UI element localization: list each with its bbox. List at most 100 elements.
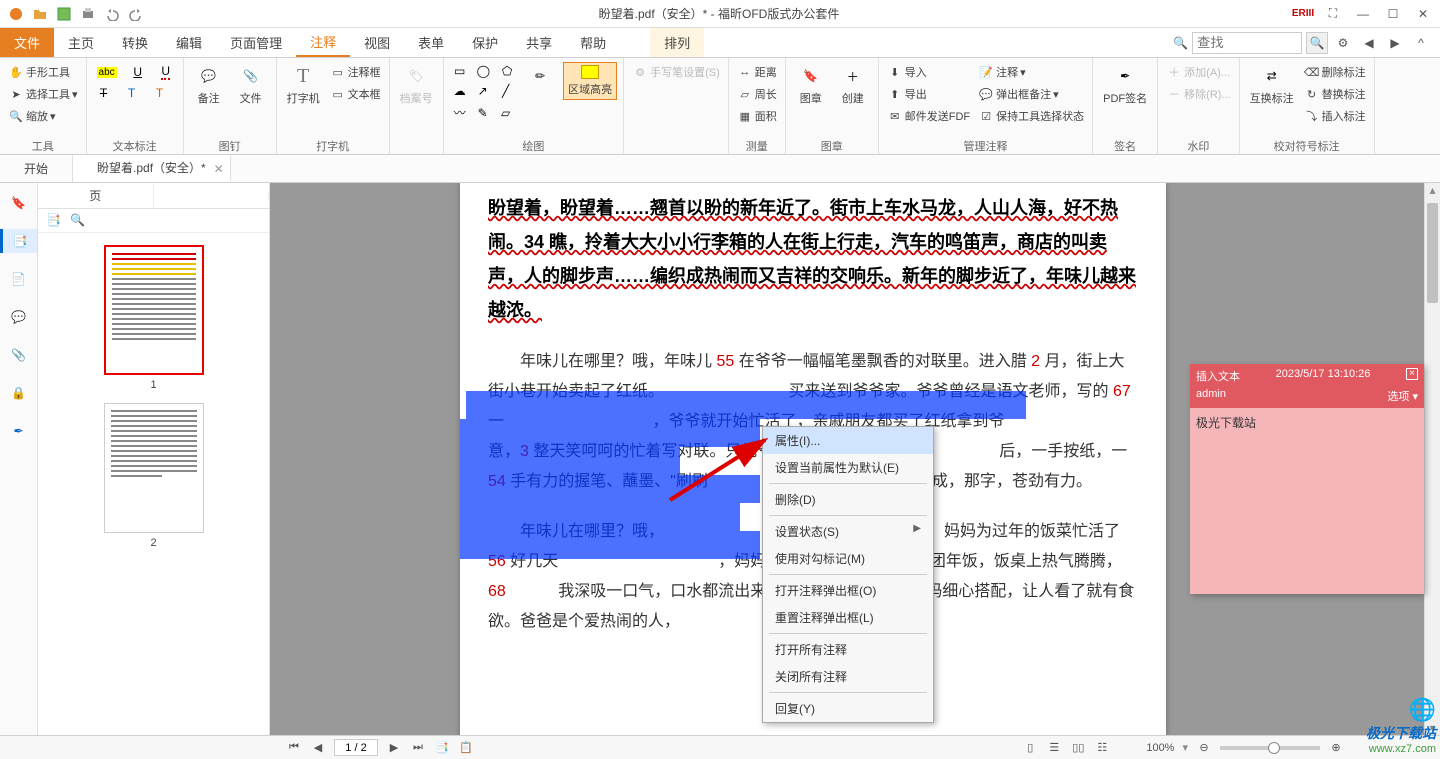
sb-tool1-icon[interactable]: 📑 [434, 740, 450, 756]
distance-button[interactable]: ↔距离 [735, 62, 779, 82]
collapse-ribbon-icon[interactable]: ^ [1410, 34, 1432, 52]
highlight-text-icon[interactable]: abc [93, 62, 121, 82]
view-cont-icon[interactable]: ☰ [1046, 740, 1062, 756]
sign-panel-icon[interactable]: ✒ [7, 419, 31, 443]
save-icon[interactable] [54, 4, 74, 24]
zoom-tool[interactable]: 🔍缩放 ▾ [6, 106, 80, 126]
menu-arrange[interactable]: 排列 [650, 28, 704, 57]
scroll-thumb[interactable] [1427, 203, 1438, 303]
polyline-icon[interactable]: 〰 [450, 102, 470, 123]
view-contfacing-icon[interactable]: ☷ [1094, 740, 1110, 756]
swap-markup[interactable]: ⇄互换标注 [1246, 62, 1298, 108]
ctx-checkmark[interactable]: 使用对勾标记(M) [763, 545, 933, 572]
thumb-tool1-icon[interactable]: 📑 [46, 213, 64, 231]
highlight-selection[interactable] [460, 503, 740, 531]
underline-icon[interactable]: U [127, 62, 149, 82]
gear-icon[interactable]: ⚙ [1332, 34, 1354, 52]
line-icon[interactable]: ╱ [496, 82, 516, 100]
area-highlight-button[interactable]: 区域高亮 [563, 62, 617, 100]
menu-form[interactable]: 表单 [404, 28, 458, 57]
redo-icon[interactable] [126, 4, 146, 24]
oval-icon[interactable]: ◯ [473, 62, 494, 80]
pdf-sign-button[interactable]: ✒PDF签名 [1099, 62, 1151, 108]
attach-icon[interactable]: 📎 [7, 343, 31, 367]
import-button[interactable]: ⬇导入 [885, 62, 972, 82]
area-button[interactable]: ▦面积 [735, 106, 779, 126]
first-page-icon[interactable]: ⏮ [286, 740, 302, 756]
repl-markup[interactable]: ↻替换标注 [1302, 84, 1368, 104]
search-button[interactable]: 🔍 [1306, 32, 1328, 54]
menu-home[interactable]: 主页 [54, 28, 108, 57]
ins-markup[interactable]: ⤵插入标注 [1302, 106, 1368, 126]
close-icon[interactable]: ✕ [1412, 5, 1434, 23]
ctx-close-all[interactable]: 关闭所有注释 [763, 663, 933, 690]
cloud-icon[interactable]: ☁ [450, 82, 470, 100]
annot-list-icon[interactable]: 💬 [7, 305, 31, 329]
annot-review-button[interactable]: 📝注释 ▾ [976, 62, 1086, 82]
popup-note[interactable]: 插入文本 2023/5/17 13:10:26 × admin 选项 ▾ 极光下… [1190, 364, 1424, 594]
ctx-set-state[interactable]: 设置状态(S) [763, 518, 933, 545]
insert-text-icon[interactable]: T [121, 84, 143, 102]
typewriter-button[interactable]: T打字机 [283, 62, 324, 108]
menu-file[interactable]: 文件 [0, 28, 54, 57]
minimize-icon[interactable]: — [1352, 5, 1374, 23]
zoom-handle[interactable] [1268, 742, 1280, 754]
bookmark-icon[interactable]: 🔖 [7, 191, 31, 215]
print-icon[interactable] [78, 4, 98, 24]
select-tool[interactable]: ➤选择工具 ▾ [6, 84, 80, 104]
thumb-page-1[interactable]: 1 [104, 245, 204, 391]
arrow-icon[interactable]: ↗ [473, 82, 493, 100]
last-page-icon[interactable]: ⏭ [410, 740, 426, 756]
sb-tool2-icon[interactable]: 📋 [458, 740, 474, 756]
ctx-properties[interactable]: 属性(I)... [763, 427, 933, 454]
fullscreen-icon[interactable]: ⛶ [1322, 5, 1344, 23]
pencil2-button[interactable]: ✏ [521, 62, 559, 90]
security-icon[interactable]: 🔒 [7, 381, 31, 405]
nav-next-icon[interactable]: ▶ [1384, 34, 1406, 52]
menu-convert[interactable]: 转换 [108, 28, 162, 57]
ctx-open-popup[interactable]: 打开注释弹出框(O) [763, 577, 933, 604]
next-page-icon[interactable]: ▶ [386, 740, 402, 756]
highlight-selection[interactable] [460, 531, 760, 559]
popup-body[interactable]: 极光下载站 [1190, 408, 1424, 594]
search-input[interactable] [1192, 32, 1302, 54]
stamp-button[interactable]: 🔖图章 [792, 62, 830, 108]
highlight-selection[interactable] [460, 475, 760, 503]
menu-pageman[interactable]: 页面管理 [216, 28, 296, 57]
file-attach-button[interactable]: 📎文件 [232, 62, 270, 108]
pencil-icon[interactable]: ✎ [473, 102, 493, 123]
squiggly-icon[interactable]: U [155, 62, 177, 82]
strike-icon[interactable]: T [93, 84, 115, 102]
ctx-set-default[interactable]: 设置当前属性为默认(E) [763, 454, 933, 481]
ctx-reset-popup[interactable]: 重置注释弹出框(L) [763, 604, 933, 631]
mail-fdf-button[interactable]: ✉邮件发送FDF [885, 106, 972, 126]
eraser-icon[interactable]: ▱ [496, 102, 516, 123]
zoom-slider[interactable] [1220, 746, 1320, 750]
zoom-in-icon[interactable]: ⊕ [1328, 740, 1344, 756]
export-button[interactable]: ⬆导出 [885, 84, 972, 104]
rect-icon[interactable]: ▭ [450, 62, 470, 80]
app-icon[interactable] [6, 4, 26, 24]
ctx-open-all[interactable]: 打开所有注释 [763, 636, 933, 663]
del-markup[interactable]: ⌫删除标注 [1302, 62, 1368, 82]
maximize-icon[interactable]: ☐ [1382, 5, 1404, 23]
menu-edit[interactable]: 编辑 [162, 28, 216, 57]
thumb-page-2[interactable]: 2 [104, 403, 204, 549]
menu-annotation[interactable]: 注释 [296, 28, 350, 57]
page-input[interactable] [334, 739, 378, 756]
polygon-icon[interactable]: ⬠ [497, 62, 517, 80]
hand-tool[interactable]: ✋手形工具 [6, 62, 80, 82]
perimeter-button[interactable]: ▱周长 [735, 84, 779, 104]
open-icon[interactable] [30, 4, 50, 24]
keep-tool-button[interactable]: ☑保持工具选择状态 [976, 106, 1086, 126]
create-stamp-button[interactable]: ＋创建 [834, 62, 872, 108]
highlight-selection[interactable] [460, 447, 680, 475]
menu-protect[interactable]: 保护 [458, 28, 512, 57]
zoom-out-icon[interactable]: ⊖ [1196, 740, 1212, 756]
note-button[interactable]: 💬备注 [190, 62, 228, 108]
menu-view[interactable]: 视图 [350, 28, 404, 57]
popup-options[interactable]: 选项 ▾ [1387, 388, 1418, 404]
vertical-scrollbar[interactable]: ▴ ▾ [1424, 183, 1440, 735]
view-single-icon[interactable]: ▯ [1022, 740, 1038, 756]
pages-icon[interactable]: 📄 [7, 267, 31, 291]
